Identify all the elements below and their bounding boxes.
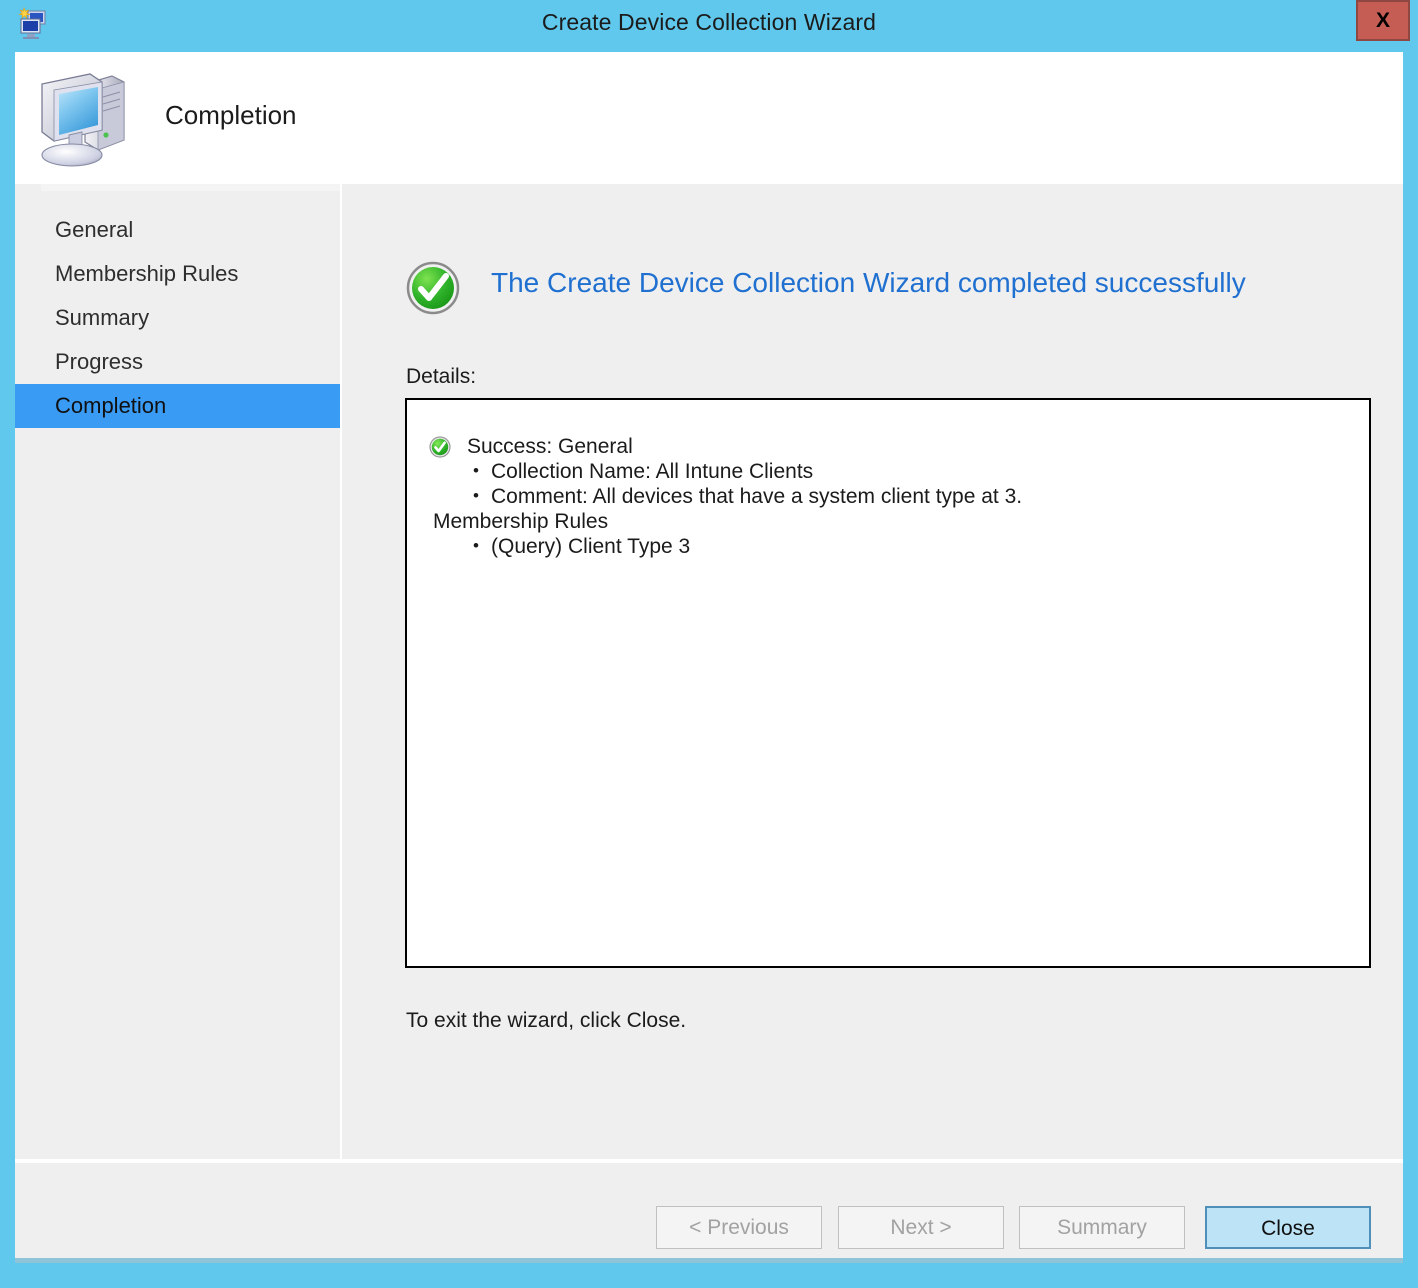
summary-button[interactable]: Summary — [1019, 1206, 1185, 1249]
wizard-step-list: General Membership Rules Summary Progres… — [15, 184, 340, 1258]
sidebar-gutter — [342, 184, 350, 1258]
detail-membership-rules-heading: Membership Rules — [433, 510, 609, 533]
wizard-window: Create Device Collection Wizard X Comple… — [0, 0, 1418, 1288]
success-message: The Create Device Collection Wizard comp… — [491, 267, 1246, 298]
wizard-body: General Membership Rules Summary Progres… — [15, 184, 1403, 1258]
detail-text: Success: General — [467, 435, 633, 458]
sidebar-top-line — [41, 184, 340, 191]
wizard-footer: < Previous Next > Summary Close — [15, 1163, 1403, 1258]
details-content: Success: General Collection Name: All In… — [407, 400, 1369, 559]
close-window-button[interactable]: X — [1356, 0, 1410, 41]
detail-query-client-type: (Query) Client Type 3 — [429, 533, 1369, 559]
sidebar-item-general[interactable]: General — [15, 208, 340, 252]
computer-icon — [32, 62, 132, 170]
success-check-icon — [429, 436, 451, 458]
detail-success-general: Success: General — [429, 434, 1369, 459]
title-bar: Create Device Collection Wizard X — [0, 0, 1418, 52]
previous-button[interactable]: < Previous — [656, 1206, 822, 1249]
wizard-header: Completion — [15, 52, 1403, 184]
details-label: Details: — [406, 365, 477, 388]
next-button[interactable]: Next > — [838, 1206, 1004, 1249]
sidebar-item-progress[interactable]: Progress — [15, 340, 340, 384]
sidebar-item-completion[interactable]: Completion — [15, 384, 340, 428]
detail-collection-name: Collection Name: All Intune Clients — [429, 458, 1369, 484]
sidebar-item-membership-rules[interactable]: Membership Rules — [15, 252, 340, 296]
window-title: Create Device Collection Wizard — [541, 9, 877, 35]
success-check-icon — [403, 261, 463, 315]
detail-comment: Comment: All devices that have a system … — [429, 483, 1369, 509]
details-box[interactable]: Success: General Collection Name: All In… — [405, 398, 1371, 968]
wizard-main-panel: The Create Device Collection Wizard comp… — [350, 184, 1403, 1258]
frame-bottom-shadow — [15, 1258, 1403, 1263]
wizard-step-title: Completion — [165, 100, 297, 130]
close-button[interactable]: Close — [1205, 1206, 1371, 1249]
exit-instruction: To exit the wizard, click Close. — [406, 1009, 687, 1032]
sidebar-item-summary[interactable]: Summary — [15, 296, 340, 340]
